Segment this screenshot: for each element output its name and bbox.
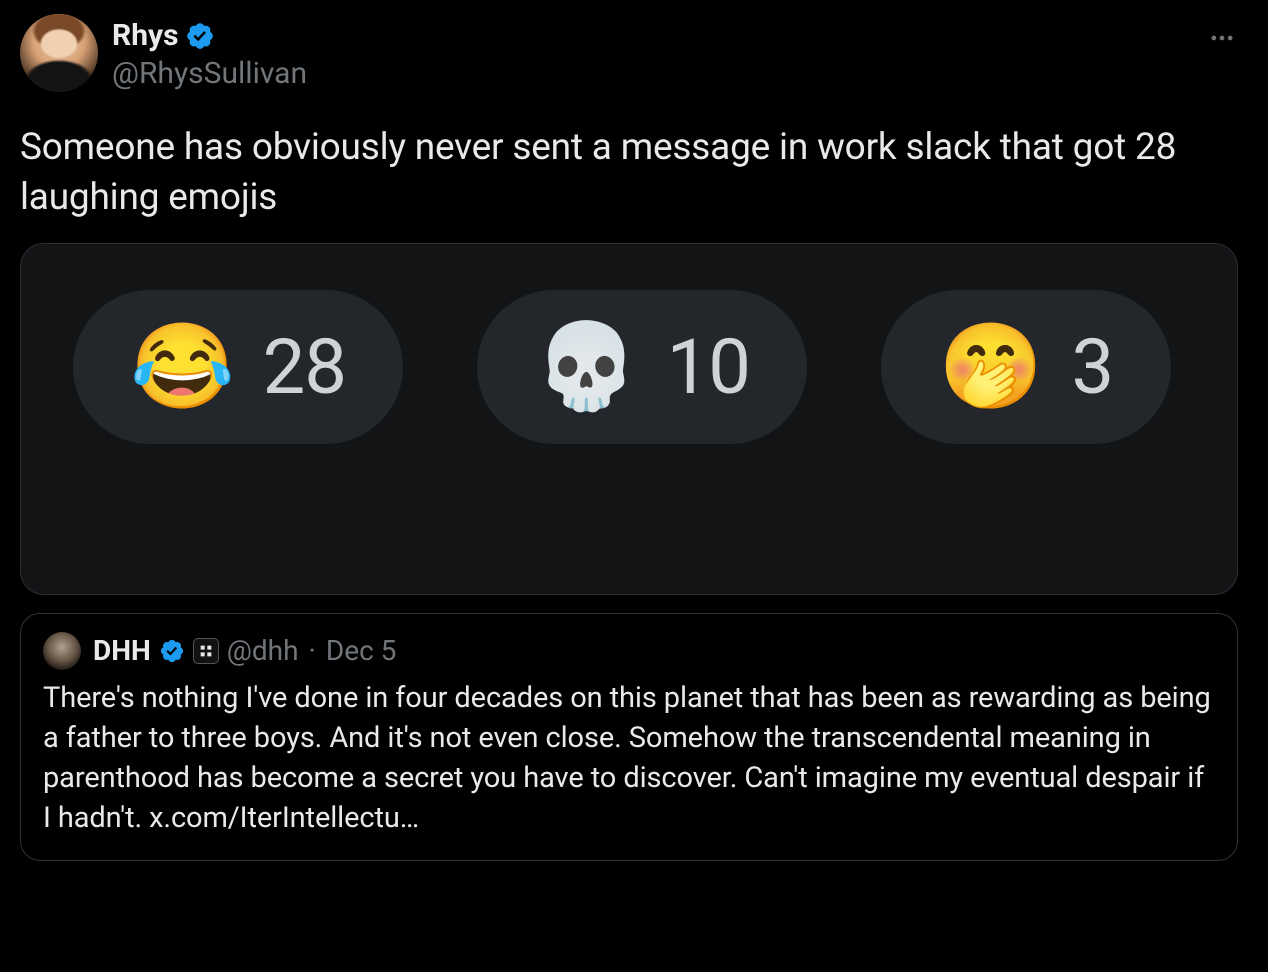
reaction-count: 10 xyxy=(667,322,750,412)
display-name-row: Rhys xyxy=(112,18,307,54)
author-display-name[interactable]: Rhys xyxy=(112,18,179,54)
author-name-column: Rhys @RhysSullivan xyxy=(112,14,307,93)
quote-tweet-text: There's nothing I've done in four decade… xyxy=(43,678,1215,838)
skull-emoji-icon: 💀 xyxy=(534,325,639,409)
author-handle[interactable]: @RhysSullivan xyxy=(112,54,307,93)
reaction-count: 3 xyxy=(1071,322,1113,412)
tweet-text: Someone has obviously never sent a messa… xyxy=(20,123,1248,223)
embedded-media[interactable]: 😂 28 💀 10 🤭 3 xyxy=(20,243,1238,595)
laughing-emoji-icon: 😂 xyxy=(130,325,235,409)
quote-author-display-name[interactable]: DHH xyxy=(93,634,151,667)
separator-dot: · xyxy=(309,634,316,667)
quote-author-handle[interactable]: @dhh xyxy=(227,634,299,667)
reaction-pill-laughing: 😂 28 xyxy=(73,290,403,444)
more-options-button[interactable] xyxy=(1202,18,1242,58)
hand-over-mouth-emoji-icon: 🤭 xyxy=(939,325,1044,409)
tweet-header: Rhys @RhysSullivan xyxy=(20,14,1248,93)
quote-author-avatar[interactable] xyxy=(43,632,81,670)
quote-tweet-header: DHH @dhh · Dec 5 xyxy=(43,632,1215,670)
tweet-container: Rhys @RhysSullivan Someone has obviously… xyxy=(0,0,1268,861)
reaction-pill-hand-over-mouth: 🤭 3 xyxy=(881,290,1171,444)
reaction-count: 28 xyxy=(263,322,346,412)
verified-badge-icon xyxy=(185,21,215,51)
reaction-pill-skull: 💀 10 xyxy=(477,290,807,444)
quote-tweet[interactable]: DHH @dhh · Dec 5 There's nothing I've do… xyxy=(20,613,1238,861)
verified-badge-icon xyxy=(159,638,185,664)
author-avatar[interactable] xyxy=(20,14,98,92)
more-icon xyxy=(1208,24,1236,52)
quote-date[interactable]: Dec 5 xyxy=(326,634,397,667)
quote-link[interactable]: x.com/IterIntellectu… xyxy=(149,801,419,835)
affiliate-badge-icon xyxy=(193,638,219,664)
